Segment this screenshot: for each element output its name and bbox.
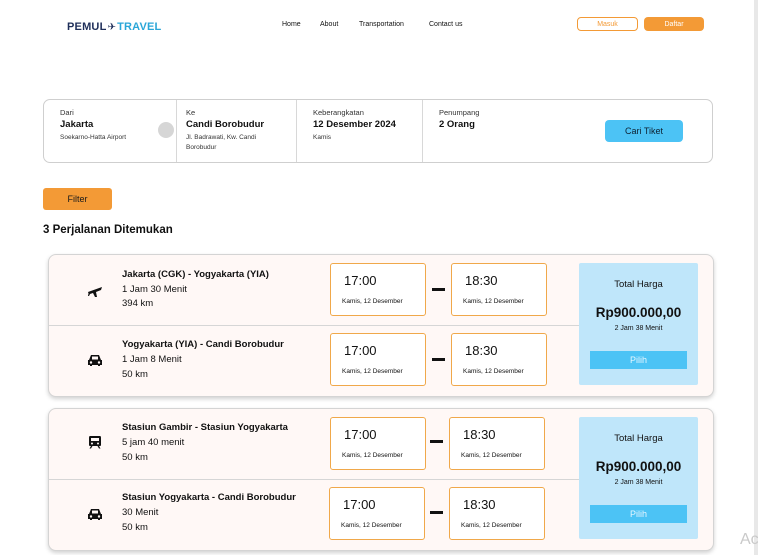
total-price: Rp900.000,00 [595,459,682,474]
segment-distance: 50 km [122,369,148,380]
nav-home[interactable]: Home [282,21,301,28]
departure-time: 17:00 [344,427,377,442]
departure-time-box: 17:00 Kamis, 12 Desember [330,263,426,316]
segment-duration: 1 Jam 30 Menit [122,284,187,295]
arrival-date: Kamis, 12 Desember [463,368,524,375]
segment-duration: 1 Jam 8 Menit [122,354,182,365]
os-watermark-text: Ac [740,531,758,548]
total-price-label: Total Harga [614,279,663,290]
airplane-icon [88,287,102,297]
departure-label: Keberangkatan [313,108,364,117]
scrollbar[interactable] [754,0,758,555]
departure-time-box: 17:00 Kamis, 12 Desember [330,417,426,470]
origin-place: Soekarno-Hatta Airport [60,134,127,141]
segment-duration: 30 Menit [122,507,159,518]
nav-contact[interactable]: Contact us [429,21,462,28]
arrival-time: 18:30 [465,343,498,358]
divider [176,100,177,162]
departure-date: Kamis, 12 Desember [342,368,403,375]
departure-time: 17:00 [344,273,377,288]
segment-duration: 5 jam 40 menit [122,437,185,448]
arrival-time-box: 18:30 Kamis, 12 Desember [451,333,547,386]
passenger-count: 2 Orang [439,119,475,130]
total-price: Rp900.000,00 [595,305,682,320]
divider [422,100,423,162]
select-trip-button[interactable]: Pilih [590,505,687,523]
logo-plane-icon: ✈ [107,21,117,33]
brand-name-part2: TRAVEL [117,21,162,33]
segment-distance: 394 km [122,298,154,309]
destination-city: Candi Borobudur [186,119,265,130]
brand-name-part1: PEMUL [67,21,107,33]
swap-route-button[interactable] [158,122,174,138]
total-price-label: Total Harga [614,433,663,444]
segment-route: Yogyakarta (YIA) - Candi Borobudur [122,339,284,350]
price-panel: Total Harga Rp900.000,00 2 Jam 38 Menit … [579,263,698,385]
price-panel: Total Harga Rp900.000,00 2 Jam 38 Menit … [579,417,698,539]
trip-card: Jakarta (CGK) - Yogyakarta (YIA) 1 Jam 3… [48,254,714,397]
segment-route: Jakarta (CGK) - Yogyakarta (YIA) [122,269,269,280]
results-count-heading: 3 Perjalanan Ditemukan [43,224,173,236]
passenger-label: Penumpang [439,108,480,117]
time-separator [430,511,443,514]
register-button[interactable]: Daftar [644,17,704,31]
trip-segment: Stasiun Gambir - Stasiun Yogyakarta 5 ja… [49,409,579,479]
trip-segment: Yogyakarta (YIA) - Candi Borobudur 1 Jam… [49,325,579,395]
departure-date: 12 Desember 2024 [313,119,396,130]
arrival-date: Kamis, 12 Desember [463,298,524,305]
departure-date: Kamis, 12 Desember [342,452,403,459]
departure-time: 17:00 [344,343,377,358]
nav-about[interactable]: About [320,21,338,28]
departure-date: Kamis, 12 Desember [342,298,403,305]
segment-distance: 50 km [122,452,148,463]
segment-route: Stasiun Gambir - Stasiun Yogyakarta [122,422,288,433]
divider [296,100,297,162]
total-duration: 2 Jam 38 Menit [614,479,663,486]
arrival-time: 18:30 [463,497,496,512]
select-trip-button[interactable]: Pilih [590,351,687,369]
time-separator [432,358,445,361]
destination-place-line2: Borobudur [186,144,217,151]
time-separator [432,288,445,291]
destination-place-line1: Jl. Badrawati, Kw. Candi [186,134,257,141]
filter-button[interactable]: Filter [43,188,112,210]
time-separator [430,440,443,443]
trip-segment: Stasiun Yogyakarta - Candi Borobudur 30 … [49,479,579,549]
arrival-time: 18:30 [463,427,496,442]
departure-time: 17:00 [343,497,376,512]
origin-city: Jakarta [60,119,94,130]
brand-logo[interactable]: PEMUL ✈ TRAVEL [67,21,161,33]
total-duration: 2 Jam 38 Menit [614,325,663,332]
arrival-time-box: 18:30 Kamis, 12 Desember [451,263,547,316]
arrival-time-box: 18:30 Kamis, 12 Desember [449,417,545,470]
search-tickets-button[interactable]: Cari Tiket [605,120,683,142]
arrival-time-box: 18:30 Kamis, 12 Desember [449,487,545,540]
arrival-date: Kamis, 12 Desember [461,452,522,459]
origin-label: Dari [60,108,74,117]
train-icon [89,436,101,449]
trip-card: Stasiun Gambir - Stasiun Yogyakarta 5 ja… [48,408,714,551]
departure-day: Kamis [313,134,332,141]
arrival-time: 18:30 [465,273,498,288]
departure-date: Kamis, 12 Desember [341,522,402,529]
login-button[interactable]: Masuk [577,17,638,31]
car-icon [88,355,102,366]
destination-label: Ke [186,108,196,117]
departure-time-box: 17:00 Kamis, 12 Desember [330,333,426,386]
segment-distance: 50 km [122,522,148,533]
departure-time-box: 17:00 Kamis, 12 Desember [329,487,425,540]
segment-route: Stasiun Yogyakarta - Candi Borobudur [122,492,296,503]
car-icon [88,509,102,520]
arrival-date: Kamis, 12 Desember [461,522,522,529]
nav-transportation[interactable]: Transportation [359,21,404,28]
trip-segment: Jakarta (CGK) - Yogyakarta (YIA) 1 Jam 3… [49,255,579,325]
